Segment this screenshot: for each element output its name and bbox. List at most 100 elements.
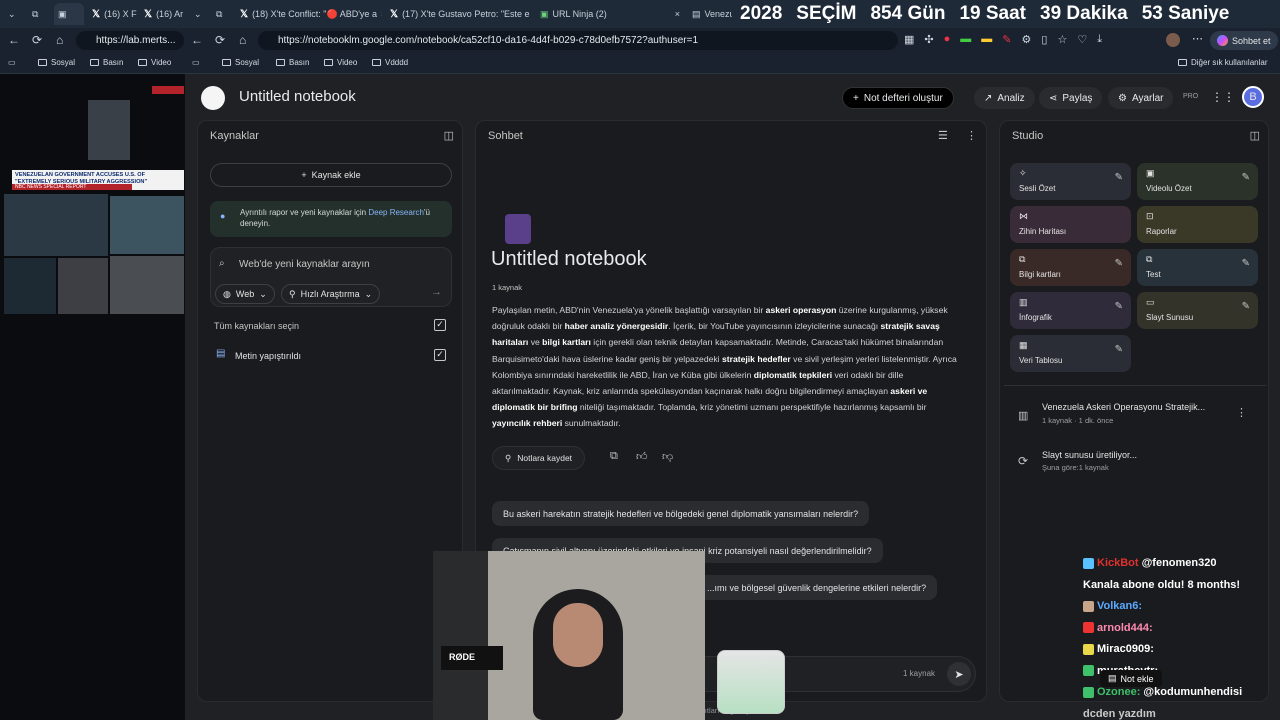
studio-card-bilgi-kartları[interactable]: ⧉ Bilgi kartları ✎: [1010, 249, 1131, 286]
bookmark-folder-other[interactable]: Diğer sık kullanılanlar: [1178, 58, 1267, 67]
edit-icon[interactable]: ✎: [1115, 172, 1123, 183]
deep-research-banner[interactable]: ● Ayrıntılı rapor ve yeni kaynaklar için…: [210, 201, 452, 237]
reload-icon[interactable]: ⟳: [215, 33, 225, 47]
back-icon[interactable]: ←: [8, 33, 20, 47]
deep-research-link[interactable]: Deep Research: [368, 208, 424, 217]
more-vert-icon[interactable]: ⋮: [966, 129, 977, 142]
tab-x-1[interactable]: 𝕏 (16) X F: [88, 3, 140, 25]
create-notebook-button[interactable]: + Not defteri oluştur: [842, 87, 954, 109]
more-vert-icon[interactable]: ⋮: [1236, 406, 1247, 419]
tune-icon[interactable]: ☰: [938, 129, 948, 142]
flashcards-icon: ⧉: [1019, 254, 1026, 264]
save-to-notes-button[interactable]: ⚲ Notlara kaydet: [492, 446, 586, 470]
add-note-button[interactable]: ▤ Not ekle: [1100, 670, 1162, 687]
data-table-icon: ▦: [1019, 340, 1028, 350]
infographic-icon: ▥: [1019, 297, 1028, 307]
suggested-question[interactable]: ...ımı ve bölgesel güvenlik dengelerine …: [696, 575, 938, 600]
reload-icon[interactable]: ⟳: [32, 33, 42, 47]
web-source-dropdown[interactable]: ◍ Web ⌄: [215, 284, 275, 304]
chevron-down-icon: ⌄: [364, 288, 373, 299]
copy-icon[interactable]: ⧉: [610, 450, 618, 463]
edit-icon[interactable]: ✎: [1115, 344, 1123, 355]
star-icon[interactable]: ☆: [1057, 33, 1067, 46]
close-icon[interactable]: ×: [381, 9, 382, 19]
settings-button[interactable]: ⚙ Ayarlar: [1108, 87, 1174, 109]
share-button[interactable]: ⋖ Paylaş: [1039, 87, 1103, 109]
apps-grid-icon[interactable]: ⋮⋮: [1211, 90, 1235, 104]
extension-icon[interactable]: ▦: [904, 33, 914, 46]
source-checkbox[interactable]: ✓: [434, 349, 446, 361]
extension-icon[interactable]: ▬: [981, 33, 992, 46]
left-url-field[interactable]: https://lab.merts...: [76, 31, 184, 50]
select-all-checkbox[interactable]: ✓: [434, 319, 446, 331]
heart-icon[interactable]: ♡: [1077, 33, 1087, 46]
apps-icon[interactable]: ▭: [8, 58, 16, 67]
download-icon[interactable]: ⤓: [1097, 33, 1102, 46]
studio-card-videolu-özet[interactable]: ▣ Videolu Özet ✎: [1137, 163, 1258, 200]
mind-map-icon: ⋈: [1019, 211, 1028, 221]
bookmark-folder-basin-2[interactable]: Basın: [276, 58, 309, 67]
collapse-panel-icon[interactable]: ◫: [444, 129, 454, 142]
tab-venezuela[interactable]: ▤ Venezu: [688, 3, 732, 25]
workspaces-icon[interactable]: ⧉: [28, 3, 50, 25]
extension-icon[interactable]: ⚙: [1022, 33, 1032, 46]
studio-card-test[interactable]: ⧉ Test ✎: [1137, 249, 1258, 286]
notebooklm-logo[interactable]: [201, 86, 225, 110]
studio-card-veri-tablosu[interactable]: ▦ Veri Tablosu ✎: [1010, 335, 1131, 372]
tab-active[interactable]: ▣: [54, 3, 84, 25]
bookmark-folder-video[interactable]: Video: [138, 58, 171, 67]
extension-icon[interactable]: ●: [944, 33, 951, 46]
tab-group-icon[interactable]: ⧉: [212, 3, 232, 25]
bookmark-folder-video-2[interactable]: Video: [324, 58, 357, 67]
account-avatar[interactable]: B: [1242, 86, 1264, 108]
tab-x-conflict[interactable]: 𝕏(18) X'te Conflict: "🔴 ABD'ye a×: [236, 3, 382, 25]
tab-x-2[interactable]: 𝕏 (16) Ar: [140, 3, 186, 25]
tab-url-ninja[interactable]: ▣ URL Ninja (2) ×: [536, 3, 684, 25]
apps-icon[interactable]: ▭: [192, 58, 200, 67]
tab-x-petro[interactable]: 𝕏(17) X'te Gustavo Petro: "Este e×: [386, 3, 532, 25]
analytics-button[interactable]: ↗ Analiz: [974, 87, 1035, 109]
edit-icon[interactable]: ✎: [1242, 258, 1250, 269]
submit-arrow-icon[interactable]: →: [431, 286, 442, 298]
back-icon[interactable]: ←: [191, 33, 203, 47]
studio-card-i-nfografik[interactable]: ▥ İnfografik ✎: [1010, 292, 1131, 329]
thumbs-down-icon[interactable]: 👎︎: [662, 450, 673, 463]
tab-overflow[interactable]: ⌄: [190, 3, 210, 25]
bookmark-folder-sosyal[interactable]: Sosyal: [38, 58, 75, 67]
thumbs-up-icon[interactable]: 👍︎: [636, 450, 648, 463]
edit-icon[interactable]: ✎: [1242, 301, 1250, 312]
edit-icon[interactable]: ✎: [1242, 172, 1250, 183]
bookmark-folder-sosyal-2[interactable]: Sosyal: [222, 58, 259, 67]
countdown-minutes: 39 Dakika: [1040, 3, 1128, 24]
url-field[interactable]: https://notebooklm.google.com/notebook/c…: [258, 31, 898, 50]
more-icon[interactable]: ⋯: [1192, 32, 1203, 45]
tab-search-dropdown[interactable]: ⌄: [4, 3, 26, 25]
home-icon[interactable]: ⌂: [56, 33, 63, 47]
collapse-panel-icon[interactable]: ◫: [1250, 129, 1260, 142]
source-item-label[interactable]: Metin yapıştırıldı: [235, 351, 301, 361]
studio-card-raporlar[interactable]: ⊡ Raporlar: [1137, 206, 1258, 243]
bookmark-folder-vdddd[interactable]: Vdddd: [372, 58, 408, 67]
close-icon[interactable]: ×: [675, 9, 680, 19]
user-badge-icon: [1083, 686, 1094, 698]
studio-card-zihin-haritası[interactable]: ⋈ Zihin Haritası: [1010, 206, 1131, 243]
send-button[interactable]: ➤: [947, 662, 971, 686]
edit-icon[interactable]: ✎: [1115, 258, 1123, 269]
extension-icon[interactable]: ✣: [924, 33, 933, 46]
extension-icon[interactable]: ▬: [960, 33, 971, 46]
add-source-button[interactable]: + Kaynak ekle: [210, 163, 452, 187]
search-input[interactable]: Web'de yeni kaynaklar arayın: [239, 259, 370, 270]
home-icon[interactable]: ⌂: [239, 33, 246, 47]
profile-avatar[interactable]: [1166, 33, 1180, 47]
suggested-question[interactable]: Bu askeri harekatın stratejik hedefleri …: [492, 501, 870, 526]
edit-icon[interactable]: ✎: [1115, 301, 1123, 312]
extension-icon[interactable]: ✎: [1002, 33, 1011, 46]
bookmark-folder-basin[interactable]: Basın: [90, 58, 123, 67]
studio-card-sesli-özet[interactable]: ✧ Sesli Özet ✎: [1010, 163, 1131, 200]
fast-research-dropdown[interactable]: ⚲ Hızlı Araştırma ⌄: [281, 284, 381, 304]
sidebar-icon[interactable]: ▯: [1041, 33, 1047, 46]
copilot-chat-button[interactable]: Sohbet et: [1210, 31, 1278, 50]
notebook-title[interactable]: Untitled notebook: [239, 88, 356, 105]
output-title[interactable]: Venezuela Askeri Operasyonu Stratejik...: [1042, 402, 1205, 412]
studio-card-slayt-sunusu[interactable]: ▭ Slayt Sunusu ✎: [1137, 292, 1258, 329]
